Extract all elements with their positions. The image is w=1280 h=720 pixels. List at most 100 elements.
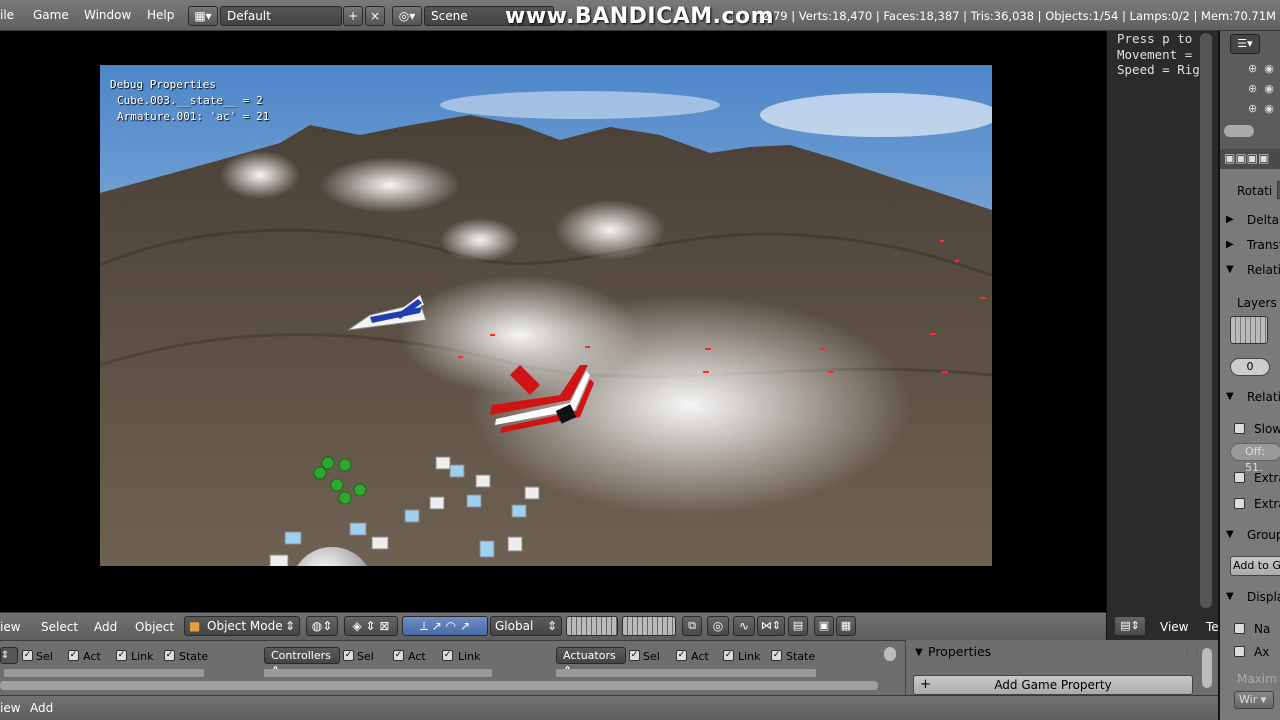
maximum-draw-label: Maxim — [1237, 672, 1277, 686]
axis-checkbox[interactable] — [1234, 646, 1245, 657]
outliner-scrollbar[interactable] — [1224, 125, 1254, 137]
text-editor-content[interactable]: Press p to p Movement = A Speed = Righ — [1117, 31, 1209, 78]
footer-menu-add[interactable]: Add — [30, 701, 53, 715]
relations-panel[interactable]: Relati — [1247, 263, 1280, 277]
controllers-dropdown[interactable]: Controllers ⇕ — [264, 647, 340, 677]
sensors-link-label: Link — [131, 650, 154, 663]
groups-panel[interactable]: Group — [1247, 528, 1280, 542]
expand-triangle[interactable]: ▼ — [1226, 264, 1234, 275]
snap-element-icon[interactable]: ⋈⇕ — [757, 616, 785, 636]
menu-view[interactable]: iew — [0, 620, 21, 634]
collapse-triangle[interactable]: ▶ — [1226, 214, 1234, 225]
menu-file[interactable]: ile — [0, 8, 14, 22]
actuators-sel-label: Sel — [643, 650, 660, 663]
name-checkbox[interactable] — [1234, 623, 1245, 634]
chevron-down-icon: ⇕ — [546, 619, 557, 633]
render-icon[interactable]: ▣ — [814, 616, 834, 636]
text-menu-view[interactable]: View — [1160, 620, 1188, 634]
add-controller-strip[interactable] — [264, 669, 492, 677]
add-actuator-strip[interactable] — [556, 669, 816, 677]
scene-icon[interactable]: ◎▾ — [392, 6, 422, 26]
logic-editor: ⇕ ✓ Sel ✓ Act ✓ Link ✓ State Controllers… — [0, 640, 905, 695]
logic-horizontal-scrollbar[interactable] — [0, 681, 878, 690]
layers-right-grid[interactable] — [622, 616, 676, 636]
sensors-dropdown[interactable]: ⇕ — [0, 647, 18, 664]
actuators-state-checkbox[interactable]: ✓ — [771, 650, 782, 661]
actuators-sel-checkbox[interactable]: ✓ — [629, 650, 640, 661]
extra-checkbox[interactable] — [1234, 472, 1245, 483]
sensors-act-checkbox[interactable]: ✓ — [68, 650, 79, 661]
sensors-link-checkbox[interactable]: ✓ — [116, 650, 127, 661]
controllers-sel-checkbox[interactable]: ✓ — [343, 650, 354, 661]
extra-checkbox[interactable] — [1234, 498, 1245, 509]
viewport-shading-icon[interactable]: ◍⇕ — [306, 616, 338, 636]
snap-icon[interactable]: ∿ — [733, 616, 755, 636]
screen-layout-icon[interactable]: ▦▾ — [188, 6, 218, 26]
actuators-act-checkbox[interactable]: ✓ — [676, 650, 687, 661]
controllers-act-checkbox[interactable]: ✓ — [393, 650, 404, 661]
cloud — [555, 200, 665, 260]
menu-window[interactable]: Window — [84, 8, 131, 22]
add-to-group-button[interactable]: Add to Gr — [1230, 556, 1280, 576]
add-game-property-button[interactable]: + Add Game Property — [913, 675, 1193, 695]
text-scrollbar[interactable] — [1200, 33, 1212, 608]
outliner-rows[interactable]: ⊕ ◉ ⊕ ◉ ⊕ ◉ — [1248, 59, 1274, 119]
info-header: ile Game Window Help ▦▾ Default + × ◎▾ S… — [0, 0, 1280, 31]
menu-select[interactable]: Select — [41, 620, 78, 634]
panel-grip-icon[interactable]: ⋮⋮ — [1182, 645, 1202, 656]
text-menu-text[interactable]: Te — [1206, 620, 1219, 634]
menu-game[interactable]: Game — [33, 8, 69, 22]
expand-triangle[interactable]: ▼ — [1226, 529, 1234, 540]
display-panel[interactable]: Displa — [1247, 590, 1280, 604]
add-sensor-strip[interactable] — [4, 669, 204, 677]
add-layout-icon[interactable]: + — [343, 6, 363, 26]
pivot-point-icon[interactable]: ◈ ⇕ ⊠ — [344, 616, 398, 636]
viewport-header: iew Select Add Object ■ Object Mode ⇕ ◍⇕… — [0, 612, 1219, 640]
proportional-edit-icon[interactable]: ◎ — [707, 616, 729, 636]
outliner-editor-icon[interactable]: ☰▾ — [1230, 34, 1260, 54]
menu-object[interactable]: Object — [135, 620, 174, 634]
menu-add[interactable]: Add — [94, 620, 117, 634]
sensors-sel-checkbox[interactable]: ✓ — [22, 650, 33, 661]
transform-panel[interactable]: Transf — [1247, 238, 1280, 252]
controllers-act-label: Act — [408, 650, 426, 663]
sensors-sel-label: Sel — [36, 650, 53, 663]
pass-index-field[interactable]: 0 — [1230, 358, 1270, 376]
plus-icon: + — [920, 677, 931, 692]
expand-triangle[interactable]: ▼ — [1226, 591, 1234, 602]
properties-scrollbar[interactable] — [1202, 648, 1212, 688]
cloud — [440, 218, 520, 262]
controllers-link-checkbox[interactable]: ✓ — [442, 650, 453, 661]
render-animation-icon[interactable]: ▦ — [836, 616, 856, 636]
layers-left-grid[interactable] — [566, 616, 618, 636]
orientation-dropdown[interactable]: Global ⇕ — [490, 616, 562, 636]
snap-target-icon[interactable]: ▤ — [788, 616, 808, 636]
properties-tab-icons[interactable]: ▣▣▣▣ — [1224, 151, 1269, 165]
actuators-link-checkbox[interactable]: ✓ — [723, 650, 734, 661]
manipulator-icons[interactable]: ⟂ ↗ ◠ ↗ — [402, 616, 488, 636]
actuators-dropdown[interactable]: Actuators ⇕ — [556, 647, 626, 677]
object-mode-dropdown[interactable]: ■ Object Mode ⇕ — [184, 616, 300, 636]
collapse-triangle[interactable]: ▶ — [1226, 239, 1234, 250]
expand-triangle[interactable]: ▼ — [1226, 391, 1234, 402]
slow-parent-checkbox[interactable] — [1234, 423, 1245, 434]
expand-triangle[interactable]: ▼ — [915, 647, 923, 658]
draw-type-dropdown[interactable]: Wir ▾ — [1234, 691, 1274, 709]
properties-editor: ☰▾ ⊕ ◉ ⊕ ◉ ⊕ ◉ ▣▣▣▣ Rotati ▶ Delta ▶ Trans… — [1218, 31, 1280, 720]
text-line: Movement = A — [1117, 46, 1208, 62]
layout-field[interactable]: Default — [220, 6, 342, 26]
offset-field[interactable]: Off: 51. — [1230, 443, 1280, 474]
remove-layout-icon[interactable]: × — [365, 6, 385, 26]
viewport-3d[interactable]: Debug Properties Cube.003.__state__ = 2 … — [0, 31, 1106, 612]
delta-transform-panel[interactable]: Delta — [1247, 213, 1279, 227]
sensors-state-checkbox[interactable]: ✓ — [164, 650, 175, 661]
layer-grid[interactable] — [1230, 316, 1268, 344]
logic-vertical-scrollbar[interactable] — [884, 647, 896, 661]
properties-panel-title[interactable]: Properties — [928, 644, 991, 659]
footer-menu-view[interactable]: iew — [0, 701, 21, 715]
menu-help[interactable]: Help — [147, 8, 174, 22]
relations-extras-panel[interactable]: Relati — [1247, 390, 1280, 404]
text-line: Press p to p — [1117, 31, 1208, 46]
text-editor-type-icon[interactable]: ▤⇕ — [1114, 616, 1146, 636]
lock-layers-icon[interactable]: ⧉ — [682, 616, 702, 636]
